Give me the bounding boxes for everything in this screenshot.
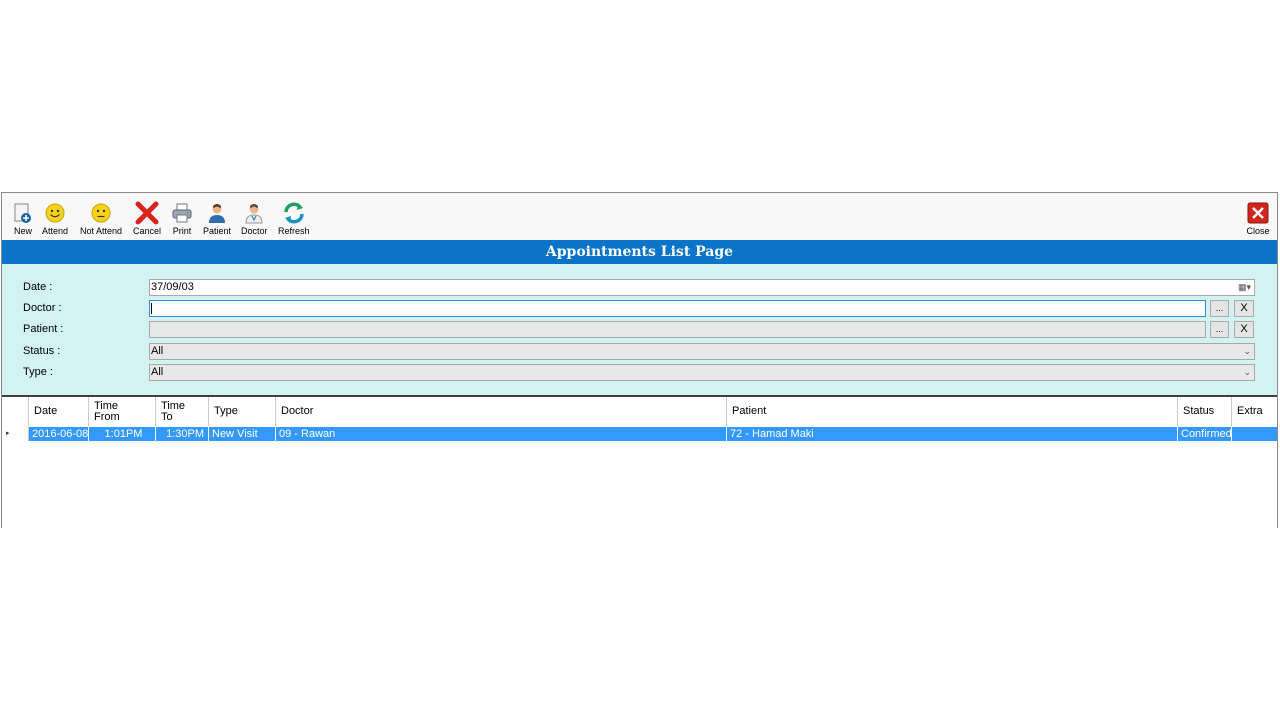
- calendar-dropdown-icon[interactable]: ▦▾: [1238, 280, 1251, 295]
- print-label: Print: [172, 226, 192, 236]
- grid-header: Date Time From Time To Type Doctor Patie…: [2, 397, 1277, 426]
- doctor-person-icon: [242, 201, 266, 225]
- chevron-down-icon[interactable]: ⌄: [1243, 344, 1251, 359]
- type-row: Type : All ⌄: [2, 364, 1277, 382]
- patient-row: Patient : ... X: [2, 321, 1277, 339]
- type-value: All: [151, 366, 164, 378]
- cancel-label: Cancel: [133, 226, 162, 236]
- chevron-down-icon[interactable]: ⌄: [1243, 365, 1251, 380]
- patient-person-icon: [205, 201, 229, 225]
- neutral-face-icon: [89, 201, 113, 225]
- refresh-label: Refresh: [278, 226, 310, 236]
- new-button[interactable]: New: [11, 201, 35, 236]
- refresh-icon: [282, 201, 306, 225]
- status-label: Status :: [23, 345, 61, 357]
- refresh-button[interactable]: Refresh: [278, 201, 310, 236]
- attend-button[interactable]: Attend: [42, 201, 68, 236]
- cell-date: 2016-06-08: [29, 427, 89, 441]
- column-header-status[interactable]: Status: [1178, 397, 1232, 426]
- close-label: Close: [1246, 226, 1270, 236]
- date-label: Date :: [23, 281, 53, 293]
- red-x-icon: [135, 201, 159, 225]
- patient-label: Patient :: [23, 323, 64, 335]
- doctor-input[interactable]: [149, 300, 1206, 317]
- table-row[interactable]: ▸ 2016-06-08 1:01PM 1:30PM New Visit 09 …: [2, 427, 1277, 441]
- doctor-label: Doctor: [241, 226, 268, 236]
- patient-input[interactable]: [149, 321, 1206, 338]
- row-indicator-icon: ▸: [2, 427, 29, 441]
- appointments-window: New Attend Not Attend Cancel Print Patie…: [1, 192, 1278, 529]
- date-row: Date : 37/09/03 ▦▾: [2, 279, 1277, 297]
- column-header-time-to[interactable]: Time To: [156, 397, 209, 426]
- page-title: Appointments List Page: [2, 240, 1277, 264]
- patient-browse-button[interactable]: ...: [1210, 321, 1229, 338]
- filter-panel: Date : 37/09/03 ▦▾ Doctor : ... X Patien…: [2, 264, 1277, 397]
- new-document-icon: [11, 201, 35, 225]
- column-header-time-from[interactable]: Time From: [89, 397, 156, 426]
- cell-time-from: 1:01PM: [89, 427, 156, 441]
- patient-button[interactable]: Patient: [203, 201, 231, 236]
- toolbar: New Attend Not Attend Cancel Print Patie…: [2, 193, 1277, 240]
- printer-icon: [170, 201, 194, 225]
- column-header-extra[interactable]: Extra: [1232, 397, 1277, 426]
- not-attend-label: Not Attend: [80, 226, 123, 236]
- column-header-date[interactable]: Date: [29, 397, 89, 426]
- doctor-label: Doctor :: [23, 302, 62, 314]
- patient-label: Patient: [203, 226, 232, 236]
- print-button[interactable]: Print: [170, 201, 194, 236]
- status-row: Status : All ⌄: [2, 343, 1277, 361]
- cancel-button[interactable]: Cancel: [133, 201, 161, 236]
- patient-clear-button[interactable]: X: [1234, 321, 1254, 338]
- appointments-grid[interactable]: Date Time From Time To Type Doctor Patie…: [2, 397, 1277, 529]
- close-icon: [1246, 201, 1270, 225]
- new-label: New: [13, 226, 32, 236]
- cell-doctor: 09 - Rawan: [276, 427, 727, 441]
- cell-patient: 72 - Hamad Maki: [727, 427, 1178, 441]
- column-header-patient[interactable]: Patient: [727, 397, 1178, 426]
- date-picker[interactable]: 37/09/03 ▦▾: [149, 279, 1255, 296]
- type-label: Type :: [23, 366, 53, 378]
- status-select[interactable]: All ⌄: [149, 343, 1255, 360]
- cell-status: Confirmed: [1178, 427, 1232, 441]
- attend-label: Attend: [42, 226, 69, 236]
- column-header-doctor[interactable]: Doctor: [276, 397, 727, 426]
- type-select[interactable]: All ⌄: [149, 364, 1255, 381]
- doctor-button[interactable]: Doctor: [241, 201, 268, 236]
- cell-time-to: 1:30PM: [156, 427, 209, 441]
- close-button[interactable]: Close: [1246, 201, 1270, 236]
- text-cursor: [151, 302, 152, 314]
- status-value: All: [151, 345, 164, 357]
- doctor-browse-button[interactable]: ...: [1210, 300, 1229, 317]
- header-row-indicator: [2, 397, 29, 426]
- not-attend-button[interactable]: Not Attend: [80, 201, 122, 236]
- date-value: 37/09/03: [151, 281, 194, 293]
- smiley-icon: [43, 201, 67, 225]
- column-header-type[interactable]: Type: [209, 397, 276, 426]
- cell-type: New Visit: [209, 427, 276, 441]
- cell-extra: [1232, 427, 1277, 441]
- doctor-row: Doctor : ... X: [2, 300, 1277, 318]
- doctor-clear-button[interactable]: X: [1234, 300, 1254, 317]
